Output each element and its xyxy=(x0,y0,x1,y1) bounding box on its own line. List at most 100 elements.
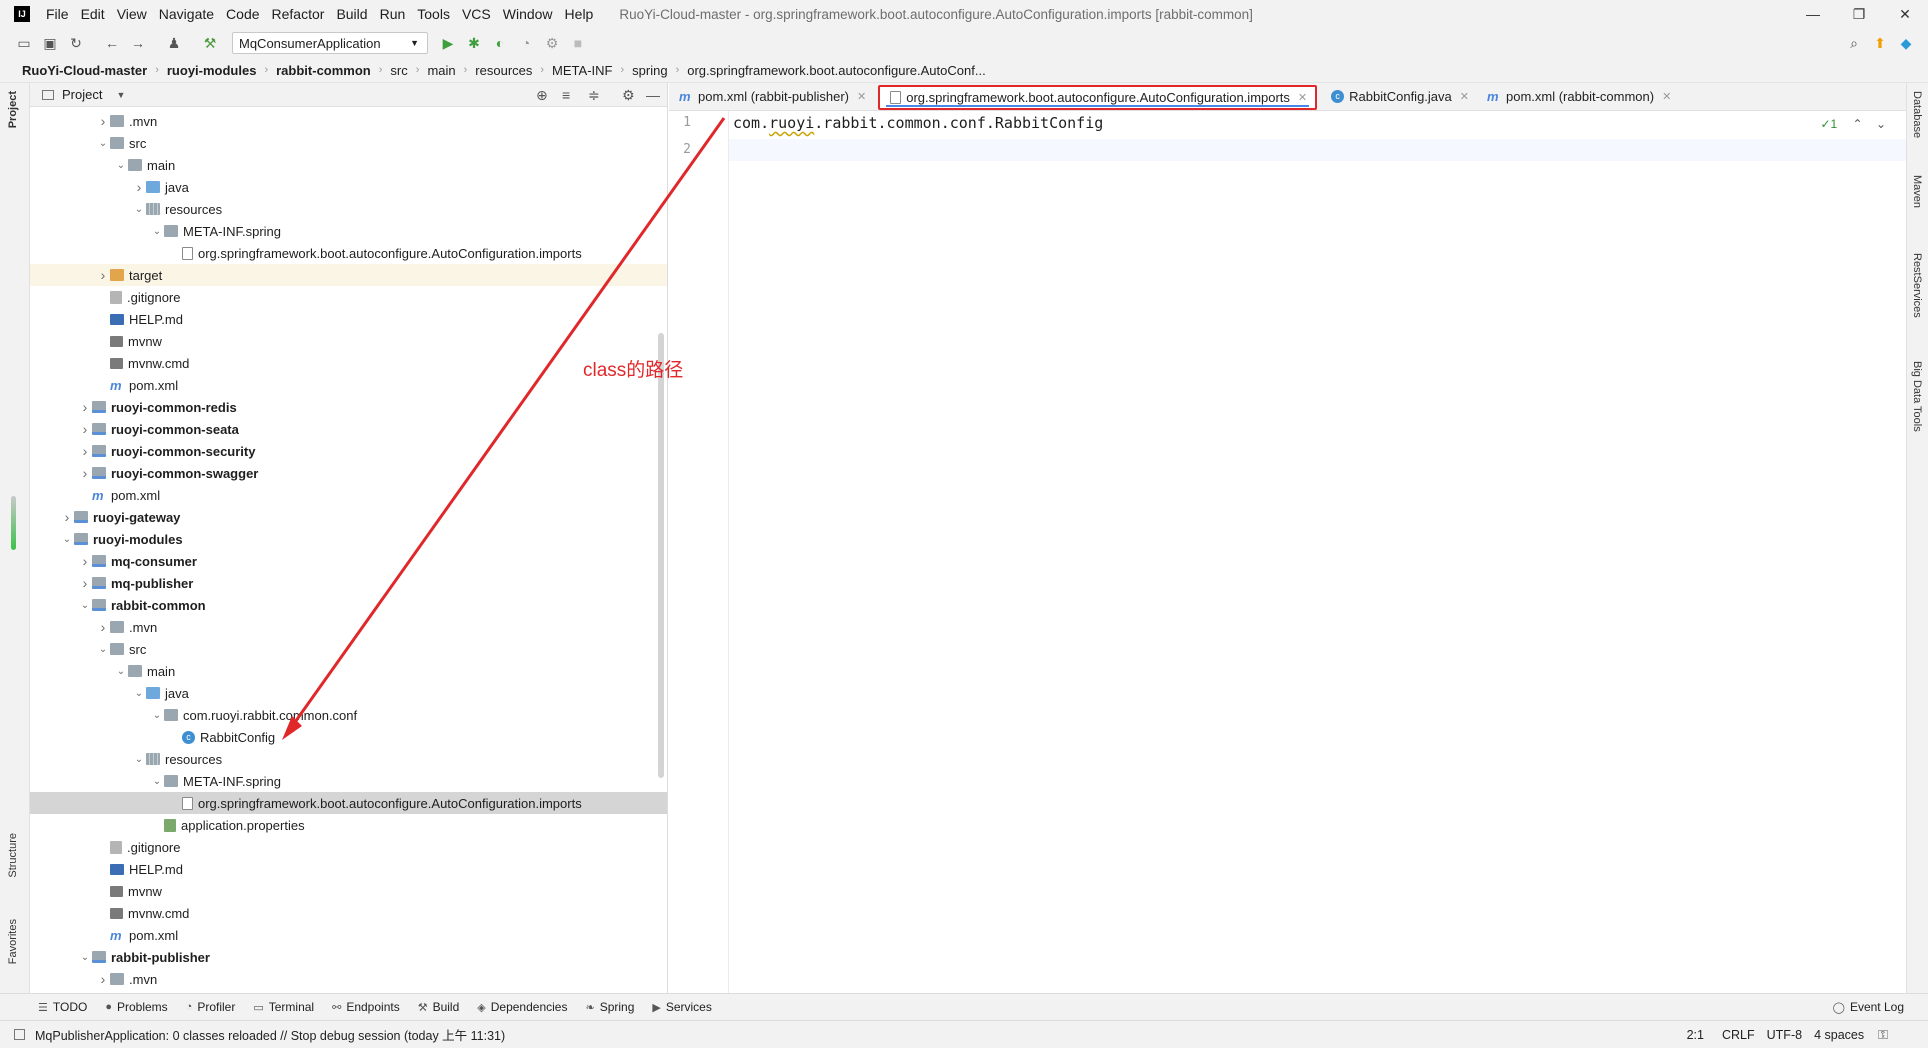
tree-item[interactable]: ⌄ com.ruoyi.rabbit.common.conf xyxy=(30,704,667,726)
menu-vcs[interactable]: VCS xyxy=(456,6,497,22)
inspection-widget[interactable]: ✓1 ⌃ ⌄ xyxy=(1820,117,1886,131)
chevron-right-icon[interactable]: › xyxy=(78,399,92,415)
tree-item[interactable]: › .mvn xyxy=(30,110,667,132)
structure-tool-tab[interactable]: Structure xyxy=(7,833,19,878)
chevron-right-icon[interactable]: › xyxy=(96,619,110,635)
chevron-down-icon[interactable]: ⌄ xyxy=(132,754,146,765)
attach-icon[interactable]: ⚙ xyxy=(540,31,564,55)
tree-item[interactable]: .gitignore xyxy=(30,286,667,308)
tree-item[interactable]: HELP.md xyxy=(30,308,667,330)
close-icon[interactable]: ✕ xyxy=(857,90,866,103)
stop-icon[interactable]: ■ xyxy=(566,31,590,55)
menu-tools[interactable]: Tools xyxy=(411,6,456,22)
forward-icon[interactable]: → xyxy=(126,31,150,55)
tree-item[interactable]: c RabbitConfig xyxy=(30,726,667,748)
breadcrumb-item[interactable]: RuoYi-Cloud-master xyxy=(20,63,149,78)
tree-item[interactable]: ⌄ rabbit-publisher xyxy=(30,946,667,968)
tree-item[interactable]: mvnw.cmd xyxy=(30,352,667,374)
tree-item[interactable]: ⌄ resources xyxy=(30,198,667,220)
tree-item[interactable]: › mq-publisher xyxy=(30,572,667,594)
event-log-button[interactable]: ◯ Event Log xyxy=(1833,1000,1904,1014)
menu-navigate[interactable]: Navigate xyxy=(153,6,220,22)
code-area[interactable]: com. ruoyi .rabbit.common.conf.RabbitConfi… xyxy=(729,111,1906,993)
breadcrumb-item[interactable]: ruoyi-modules xyxy=(165,63,259,78)
close-icon[interactable]: ✕ xyxy=(1460,90,1469,103)
chevron-right-icon[interactable]: › xyxy=(78,421,92,437)
tree-item[interactable]: ⌄ main xyxy=(30,154,667,176)
sync-icon[interactable]: ↻ xyxy=(64,31,88,55)
indent-setting[interactable]: 4 spaces xyxy=(1814,1028,1864,1042)
debug-icon[interactable]: ✱ xyxy=(462,31,486,55)
editor-tab[interactable]: m pom.xml (rabbit-common) ✕ xyxy=(1477,83,1679,110)
menu-code[interactable]: Code xyxy=(220,6,265,22)
tree-item[interactable]: mvnw xyxy=(30,880,667,902)
update-icon[interactable]: ⬆ xyxy=(1868,31,1892,55)
big-data-tools-tab[interactable]: Big Data Tools xyxy=(1911,361,1923,432)
chevron-down-icon[interactable]: ⌄ xyxy=(150,226,164,237)
chevron-up-icon[interactable]: ⌃ xyxy=(1853,117,1863,131)
open-folder-icon[interactable]: ▭ xyxy=(12,31,36,55)
tree-item[interactable]: org.springframework.boot.autoconfigure.A… xyxy=(30,792,667,814)
chevron-right-icon[interactable]: › xyxy=(96,267,110,283)
tree-item[interactable]: › target xyxy=(30,264,667,286)
tree-item[interactable]: ⌄ rabbit-common xyxy=(30,594,667,616)
coverage-icon[interactable]: ◐ xyxy=(488,31,512,55)
tree-item[interactable]: mvnw xyxy=(30,330,667,352)
collapse-all-icon[interactable]: ≑ xyxy=(588,87,600,104)
chevron-down-icon[interactable]: ⌄ xyxy=(78,952,92,963)
breadcrumb-item[interactable]: spring xyxy=(630,63,669,78)
caret-position[interactable]: 2:1 xyxy=(1687,1028,1704,1042)
chevron-down-icon[interactable]: ⌄ xyxy=(150,710,164,721)
close-icon[interactable]: ✕ xyxy=(1298,91,1307,104)
maven-tool-tab[interactable]: Maven xyxy=(1911,175,1923,208)
line-separator[interactable]: CRLF xyxy=(1722,1028,1755,1042)
profile-icon[interactable]: ◔ xyxy=(514,31,538,55)
close-icon[interactable]: ✕ xyxy=(1662,90,1671,103)
tool-endpoints[interactable]: ⚯ Endpoints xyxy=(332,1000,400,1014)
chevron-down-icon[interactable]: ▼ xyxy=(116,90,125,100)
status-message[interactable]: MqPublisherApplication: 0 classes reload… xyxy=(35,1025,505,1044)
project-scrollbar[interactable] xyxy=(658,333,664,778)
tree-item[interactable]: ⌄ resources xyxy=(30,748,667,770)
editor-tab[interactable]: org.springframework.boot.autoconfigure.A… xyxy=(878,85,1318,110)
tree-item[interactable]: ⌄ java xyxy=(30,682,667,704)
tree-item[interactable]: ⌄ main xyxy=(30,660,667,682)
gear-icon[interactable]: ⚙ xyxy=(622,87,635,104)
user-icon[interactable]: ♟ xyxy=(162,31,186,55)
lock-icon[interactable]: ⚿ xyxy=(1878,1027,1888,1043)
tree-item[interactable]: › ruoyi-common-swagger xyxy=(30,462,667,484)
chevron-down-icon[interactable]: ⌄ xyxy=(60,534,74,545)
toolbox-icon[interactable]: ◆ xyxy=(1894,31,1918,55)
save-icon[interactable]: ▣ xyxy=(38,31,62,55)
tree-item[interactable]: mvnw.cmd xyxy=(30,902,667,924)
build-hammer-icon[interactable]: ⚒ xyxy=(198,31,222,55)
tree-item[interactable]: m pom.xml xyxy=(30,484,667,506)
tree-item[interactable]: › mq-consumer xyxy=(30,550,667,572)
chevron-down-icon[interactable]: ⌄ xyxy=(1876,117,1886,131)
tree-item[interactable]: › .mvn xyxy=(30,616,667,638)
chevron-right-icon[interactable]: › xyxy=(78,465,92,481)
tree-item[interactable]: › ruoyi-common-seata xyxy=(30,418,667,440)
chevron-down-icon[interactable]: ⌄ xyxy=(96,138,110,149)
database-tool-tab[interactable]: Database xyxy=(1911,91,1923,138)
chevron-right-icon[interactable]: › xyxy=(60,509,74,525)
locate-icon[interactable]: ⊕ xyxy=(536,87,548,104)
maximize-button[interactable]: ❐ xyxy=(1836,0,1882,28)
tree-item[interactable]: › java xyxy=(30,176,667,198)
search-icon[interactable]: ⌕ xyxy=(1842,31,1866,55)
breadcrumb-item[interactable]: rabbit-common xyxy=(274,63,373,78)
menu-run[interactable]: Run xyxy=(374,6,412,22)
tree-item[interactable]: org.springframework.boot.autoconfigure.A… xyxy=(30,242,667,264)
expand-all-icon[interactable]: ≡ xyxy=(562,87,570,103)
chevron-down-icon[interactable]: ⌄ xyxy=(96,644,110,655)
chevron-down-icon[interactable]: ⌄ xyxy=(132,688,146,699)
rest-services-tool-tab[interactable]: RestServices xyxy=(1911,253,1923,318)
favorites-tool-tab[interactable]: Favorites xyxy=(7,919,19,964)
menu-refactor[interactable]: Refactor xyxy=(266,6,331,22)
tree-item[interactable]: › .mvn xyxy=(30,968,667,990)
breadcrumb-item[interactable]: main xyxy=(425,63,457,78)
project-tool-tab[interactable]: Project xyxy=(7,91,19,128)
hide-icon[interactable]: — xyxy=(646,87,660,103)
tree-item[interactable]: ⌄ ruoyi-modules xyxy=(30,528,667,550)
breadcrumb-item[interactable]: org.springframework.boot.autoconfigure.A… xyxy=(685,63,987,78)
